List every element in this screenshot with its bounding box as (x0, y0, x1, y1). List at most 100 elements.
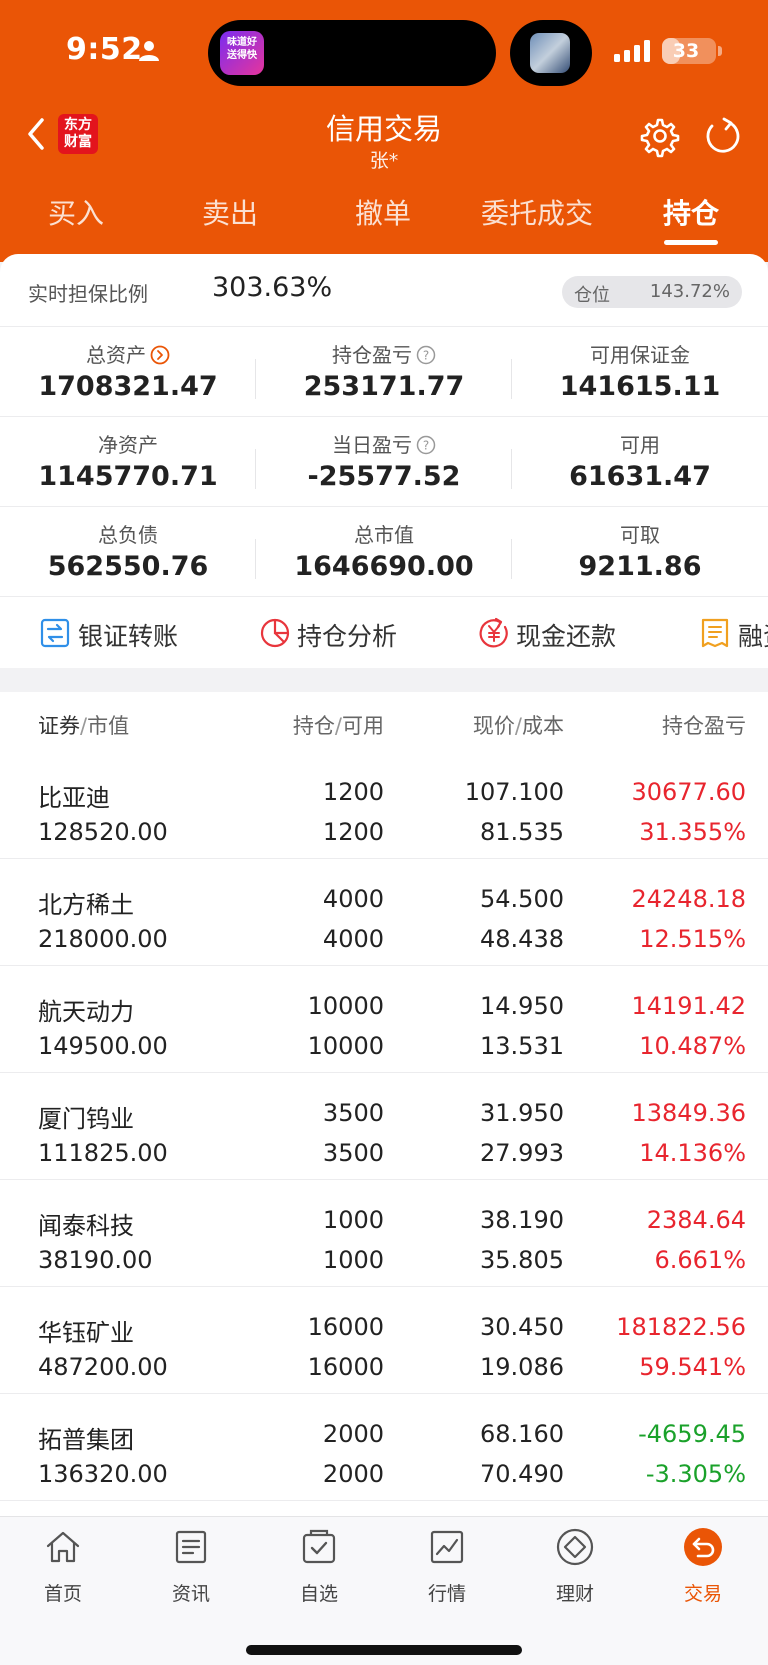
table-rows: 比亚迪 128520.00 1200 1200 107.100 81.535 3… (0, 752, 768, 1501)
nav-wealth[interactable]: 理财 (525, 1527, 625, 1607)
security-name: 比亚迪 (38, 784, 110, 812)
table-row[interactable]: 比亚迪 128520.00 1200 1200 107.100 81.535 3… (0, 752, 768, 859)
tab-sell[interactable]: 卖出 (165, 192, 295, 232)
available-qty: 3500 (322, 1139, 384, 1167)
metric-value: 9211.86 (578, 551, 702, 582)
holding-qty: 1200 (322, 778, 384, 806)
active-tab-indicator (664, 240, 718, 245)
tool-label: 现金还款 (516, 622, 617, 651)
help-icon[interactable]: ? (416, 435, 436, 455)
metric-total-market-value: 总市值 1646690.00 (256, 507, 512, 597)
nav-label: 首页 (43, 1583, 82, 1605)
table-row[interactable]: 北方稀土 218000.00 4000 4000 54.500 48.438 2… (0, 859, 768, 966)
metrics-row: 总资产 1708321.47 持仓盈亏? 253171.77 可用保证金 141… (0, 326, 768, 416)
dynamic-island[interactable]: 味道好 送得快 (208, 20, 496, 86)
nav-market[interactable]: 行情 (397, 1527, 497, 1607)
tab-buy[interactable]: 买入 (11, 192, 141, 232)
metric-available-margin: 可用保证金 141615.11 (512, 327, 768, 417)
pie-chart-icon (260, 618, 290, 648)
position-pl-percent: 10.487% (639, 1032, 746, 1060)
position-pl: 2384.64 (646, 1206, 746, 1234)
available-qty: 16000 (307, 1353, 384, 1381)
nav-watchlist[interactable]: 自选 (269, 1527, 369, 1607)
cost-price: 48.438 (480, 925, 564, 953)
market-value: 218000.00 (38, 925, 168, 953)
account-summary-card: 实时担保比例 303.63% 仓位 143.72% 总资产 1708321.47… (0, 254, 768, 596)
holding-qty: 2000 (322, 1420, 384, 1448)
refresh-icon[interactable] (700, 114, 744, 158)
quick-tools-row: 银证转账 持仓分析 现金还款 融资 (0, 596, 768, 668)
header-price: 现价 (472, 714, 515, 738)
tab-positions[interactable]: 持仓 (626, 192, 756, 232)
guarantee-ratio-row: 实时担保比例 303.63% 仓位 143.72% (0, 254, 768, 326)
metric-value: 562550.76 (47, 551, 209, 582)
nav-label: 理财 (555, 1583, 594, 1605)
signal-icon (614, 40, 650, 62)
tab-cancel-order[interactable]: 撤单 (318, 192, 448, 232)
position-pl-percent: 31.355% (639, 818, 746, 846)
table-row[interactable]: 闻泰科技 38190.00 1000 1000 38.190 35.805 23… (0, 1180, 768, 1287)
bottom-nav: 首页 资讯 自选 行情 理财 交易 (0, 1516, 768, 1665)
header-position-pl[interactable]: 持仓盈亏 (662, 714, 746, 738)
document-icon (701, 618, 729, 648)
market-chart-icon (430, 1530, 464, 1564)
svg-text:?: ? (423, 439, 429, 453)
metric-label: 可用保证金 (590, 343, 690, 367)
security-name: 航天动力 (38, 998, 134, 1026)
metric-position-pl: 持仓盈亏? 253171.77 (256, 327, 512, 417)
header-cost: 成本 (522, 714, 564, 738)
metric-net-assets: 净资产 1145770.71 (0, 417, 256, 507)
current-price: 30.450 (480, 1313, 564, 1341)
table-row[interactable]: 华钰矿业 487200.00 16000 16000 30.450 19.086… (0, 1287, 768, 1394)
cost-price: 35.805 (480, 1246, 564, 1274)
holding-qty: 4000 (322, 885, 384, 913)
tab-orders-fills[interactable]: 委托成交 (472, 192, 602, 232)
gear-icon[interactable] (636, 114, 680, 158)
market-value: 38190.00 (38, 1246, 153, 1274)
position-pl: 181822.56 (616, 1313, 746, 1341)
market-value: 487200.00 (38, 1353, 168, 1381)
status-time: 9:52 (66, 32, 143, 67)
table-row[interactable]: 拓普集团 136320.00 2000 2000 68.160 70.490 -… (0, 1394, 768, 1501)
help-icon[interactable]: ? (416, 345, 436, 365)
position-pl-percent: 59.541% (639, 1353, 746, 1381)
metric-available: 可用 61631.47 (512, 417, 768, 507)
chevron-right-circle-icon[interactable] (150, 345, 170, 365)
status-bar: 9:52 味道好 送得快 33 (0, 0, 768, 104)
yuan-repay-icon (479, 617, 508, 648)
metric-label: 当日盈亏 (332, 433, 412, 457)
available-qty: 2000 (322, 1460, 384, 1488)
table-row[interactable]: 厦门钨业 111825.00 3500 3500 31.950 27.993 1… (0, 1073, 768, 1180)
metric-value: 1646690.00 (294, 551, 474, 582)
available-qty: 10000 (307, 1032, 384, 1060)
battery-cap (718, 46, 722, 56)
tool-label: 融资 (738, 622, 768, 651)
tool-label: 银证转账 (78, 622, 179, 651)
current-price: 54.500 (480, 885, 564, 913)
metric-withdrawable: 可取 9211.86 (512, 507, 768, 597)
holding-qty: 1000 (322, 1206, 384, 1234)
home-indicator[interactable] (246, 1645, 522, 1655)
nav-home[interactable]: 首页 (13, 1527, 113, 1607)
position-pl: 24248.18 (631, 885, 746, 913)
battery-percent: 33 (672, 40, 700, 62)
current-price: 14.950 (480, 992, 564, 1020)
metric-label: 总负债 (98, 523, 158, 547)
current-price: 107.100 (464, 778, 564, 806)
nav-news[interactable]: 资讯 (141, 1527, 241, 1607)
header: 9:52 味道好 送得快 33 东方 财富 信用交易 张* 买入 卖出 撤单 委… (0, 0, 768, 262)
live-activity[interactable] (510, 20, 592, 86)
current-price: 31.950 (480, 1099, 564, 1127)
cost-price: 13.531 (480, 1032, 564, 1060)
position-pl-percent: -3.305% (645, 1460, 746, 1488)
nav-label: 交易 (683, 1583, 722, 1605)
island-app-icon: 味道好 送得快 (220, 31, 264, 75)
metric-total-assets[interactable]: 总资产 1708321.47 (0, 327, 256, 417)
metric-value: 253171.77 (303, 371, 465, 402)
position-pl-percent: 12.515% (639, 925, 746, 953)
nav-label: 自选 (299, 1583, 338, 1605)
market-value: 111825.00 (38, 1139, 168, 1167)
table-row[interactable]: 航天动力 149500.00 10000 10000 14.950 13.531… (0, 966, 768, 1073)
nav-trade[interactable]: 交易 (653, 1527, 753, 1607)
cost-price: 27.993 (480, 1139, 564, 1167)
